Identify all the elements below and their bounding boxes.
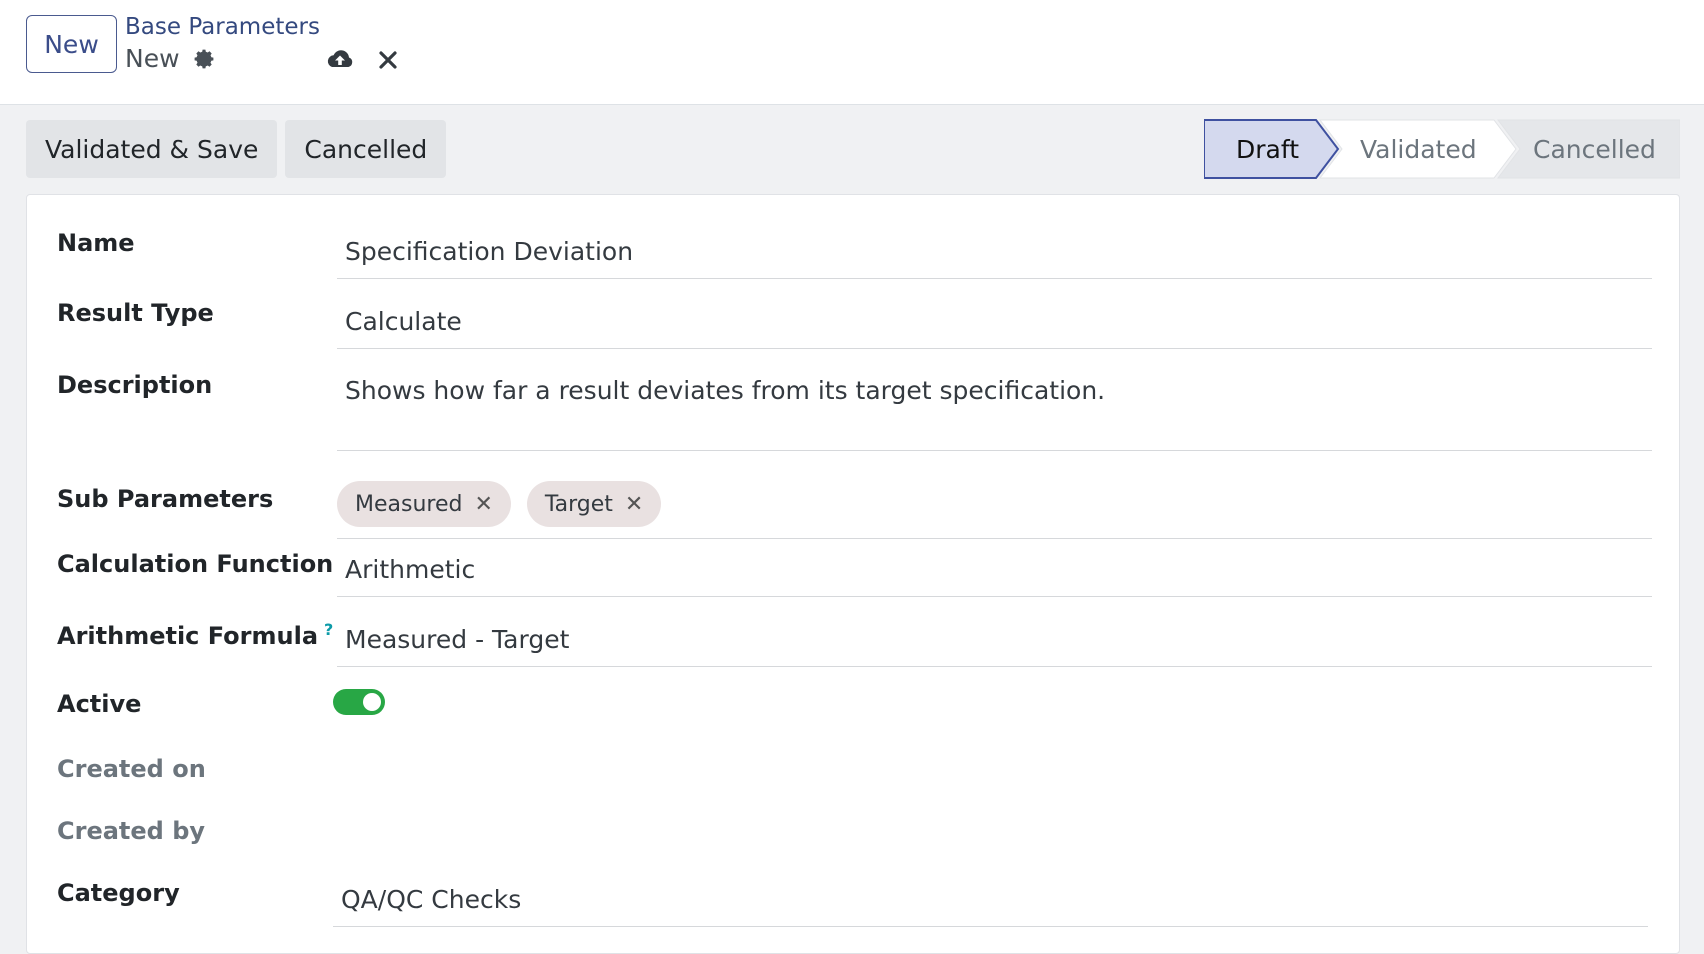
active-toggle[interactable] bbox=[333, 689, 385, 715]
description-label: Description bbox=[57, 371, 213, 399]
status-bar: Draft Validated Cancelled bbox=[1204, 119, 1680, 179]
control-panel: New Base Parameters New bbox=[0, 0, 1704, 105]
stage-validated[interactable]: Validated bbox=[1360, 119, 1477, 179]
gear-icon[interactable] bbox=[192, 47, 216, 71]
record-name: New bbox=[125, 44, 216, 73]
category-select[interactable]: QA/QC Checks bbox=[333, 875, 1648, 927]
active-label: Active bbox=[57, 690, 142, 718]
new-button[interactable]: New bbox=[26, 15, 117, 73]
validate-save-button[interactable]: Validated & Save bbox=[26, 120, 278, 178]
stage-draft[interactable]: Draft bbox=[1236, 119, 1299, 179]
tag-measured: Measured ✕ bbox=[337, 481, 511, 527]
toggle-knob bbox=[363, 693, 381, 711]
tag-measured-label: Measured bbox=[355, 491, 463, 517]
remove-tag-icon[interactable]: ✕ bbox=[625, 492, 643, 517]
sub-parameters-field[interactable]: Measured ✕ Target ✕ bbox=[337, 481, 1652, 539]
name-input[interactable]: Specification Deviation bbox=[337, 227, 1652, 279]
stage-cancelled[interactable]: Cancelled bbox=[1533, 119, 1656, 179]
result-type-select[interactable]: Calculate bbox=[337, 297, 1652, 349]
record-name-text: New bbox=[125, 44, 180, 73]
tag-target-label: Target bbox=[544, 491, 613, 517]
calculation-function-label: Calculation Function bbox=[57, 550, 334, 578]
sub-parameters-label: Sub Parameters bbox=[57, 485, 274, 513]
category-label: Category bbox=[57, 879, 180, 907]
cloud-upload-icon[interactable] bbox=[325, 46, 355, 74]
arithmetic-formula-label-text: Arithmetic Formula bbox=[57, 622, 319, 650]
arithmetic-formula-input[interactable]: Measured - Target bbox=[337, 615, 1652, 667]
close-icon[interactable] bbox=[373, 46, 403, 74]
created-on-label: Created on bbox=[57, 755, 206, 783]
created-by-label: Created by bbox=[57, 817, 206, 845]
form-action-bar: Validated & Save Cancelled bbox=[26, 120, 447, 178]
breadcrumb-base-parameters[interactable]: Base Parameters bbox=[125, 14, 320, 40]
remove-tag-icon[interactable]: ✕ bbox=[474, 492, 492, 517]
form-sheet: Name Specification Deviation Result Type… bbox=[26, 194, 1680, 954]
description-textarea[interactable]: Shows how far a result deviates from its… bbox=[337, 367, 1652, 451]
arithmetic-formula-label: Arithmetic Formula? bbox=[57, 620, 333, 650]
name-label: Name bbox=[57, 229, 135, 257]
result-type-label: Result Type bbox=[57, 299, 214, 327]
cancel-button[interactable]: Cancelled bbox=[285, 120, 447, 178]
tag-target: Target ✕ bbox=[526, 481, 662, 527]
help-tooltip-icon[interactable]: ? bbox=[324, 620, 333, 639]
calculation-function-select[interactable]: Arithmetic bbox=[337, 545, 1652, 597]
